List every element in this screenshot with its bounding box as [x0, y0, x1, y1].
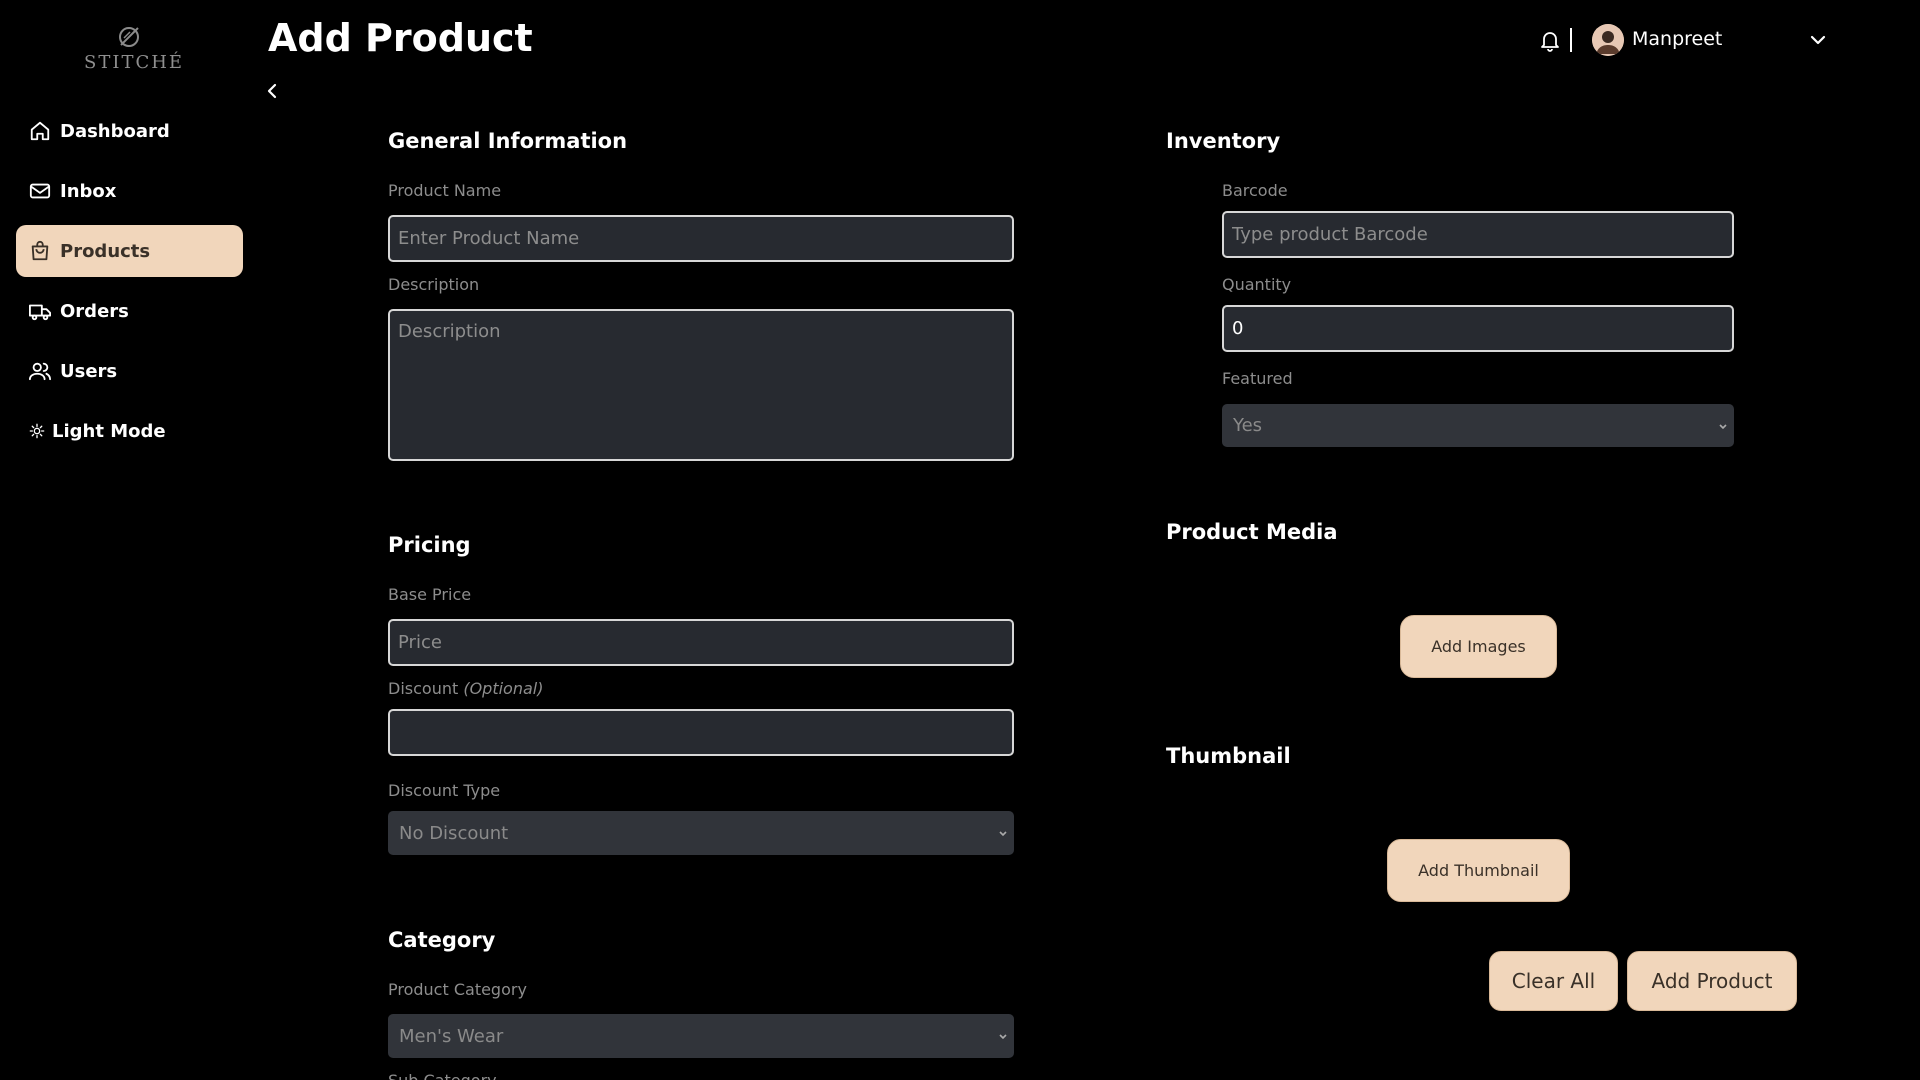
base-price-label: Base Price: [388, 585, 472, 604]
product-media-title: Product Media: [1166, 520, 1338, 544]
sidebar-item-label: Products: [60, 240, 151, 262]
chevron-left-icon: [267, 83, 277, 99]
chevron-down-icon: [999, 831, 1007, 837]
description-textarea[interactable]: [388, 309, 1014, 461]
notification-bell-icon[interactable]: [1538, 28, 1562, 52]
sidebar-item-label: Dashboard: [60, 120, 170, 142]
description-label: Description: [388, 275, 480, 294]
featured-label: Featured: [1222, 369, 1293, 388]
clear-all-button[interactable]: Clear All: [1489, 951, 1618, 1011]
page-title: Add Product: [268, 16, 533, 60]
sidebar-item-label: Light Mode: [52, 420, 166, 442]
featured-value: Yes: [1233, 415, 1263, 436]
quantity-label: Quantity: [1222, 275, 1292, 294]
sun-icon: [28, 422, 46, 440]
logo-mark-icon: [119, 27, 139, 47]
discount-label: Discount (Optional): [388, 679, 543, 698]
discount-type-value: No Discount: [399, 822, 509, 844]
add-images-button[interactable]: Add Images: [1400, 615, 1557, 678]
inventory-title: Inventory: [1166, 129, 1281, 153]
home-icon: [28, 119, 52, 143]
shopping-bag-icon: [28, 239, 52, 263]
sidebar-item-inbox[interactable]: Inbox: [16, 165, 243, 217]
product-category-value: Men's Wear: [399, 1025, 504, 1047]
sidebar-item-orders[interactable]: Orders: [16, 285, 243, 337]
discount-type-select[interactable]: No Discount: [388, 811, 1014, 855]
avatar[interactable]: [1592, 24, 1624, 56]
sidebar-item-light-mode[interactable]: Light Mode: [16, 405, 243, 457]
product-name-label: Product Name: [388, 181, 502, 200]
barcode-input[interactable]: [1222, 211, 1734, 258]
sidebar: STITCHÉ Dashboard Inbox Products Orders …: [0, 0, 260, 1080]
discount-optional-text: (Optional): [463, 679, 544, 698]
sub-category-label: Sub Category: [388, 1071, 497, 1080]
sidebar-item-users[interactable]: Users: [16, 345, 243, 397]
product-category-label: Product Category: [388, 980, 527, 999]
barcode-label: Barcode: [1222, 181, 1288, 200]
sidebar-item-products[interactable]: Products: [16, 225, 243, 277]
category-title: Category: [388, 928, 496, 952]
add-product-button[interactable]: Add Product: [1627, 951, 1797, 1011]
discount-type-label: Discount Type: [388, 781, 501, 800]
user-name[interactable]: Manpreet: [1632, 28, 1722, 50]
quantity-input[interactable]: [1222, 305, 1734, 352]
truck-icon: [28, 299, 52, 323]
chevron-down-icon[interactable]: [1808, 30, 1830, 52]
product-category-select[interactable]: Men's Wear: [388, 1014, 1014, 1058]
chevron-down-icon: [999, 1034, 1007, 1040]
product-name-input[interactable]: [388, 215, 1014, 262]
sidebar-item-dashboard[interactable]: Dashboard: [16, 105, 243, 157]
sidebar-item-label: Orders: [60, 300, 129, 322]
back-button[interactable]: [262, 80, 282, 102]
discount-input[interactable]: [388, 709, 1014, 756]
base-price-input[interactable]: [388, 619, 1014, 666]
sidebar-item-label: Users: [60, 360, 118, 382]
discount-label-text: Discount: [388, 679, 459, 698]
mail-icon: [28, 179, 52, 203]
brand-logo[interactable]: STITCHÉ: [84, 24, 185, 73]
pricing-title: Pricing: [388, 533, 471, 557]
users-icon: [28, 359, 52, 383]
header-divider: [1570, 28, 1572, 52]
general-information-title: General Information: [388, 129, 628, 153]
thumbnail-title: Thumbnail: [1166, 744, 1291, 768]
featured-select[interactable]: Yes: [1222, 404, 1734, 447]
chevron-down-icon: [1719, 423, 1727, 429]
brand-name: STITCHÉ: [84, 52, 185, 73]
add-thumbnail-button[interactable]: Add Thumbnail: [1387, 839, 1570, 902]
sidebar-item-label: Inbox: [60, 180, 117, 202]
